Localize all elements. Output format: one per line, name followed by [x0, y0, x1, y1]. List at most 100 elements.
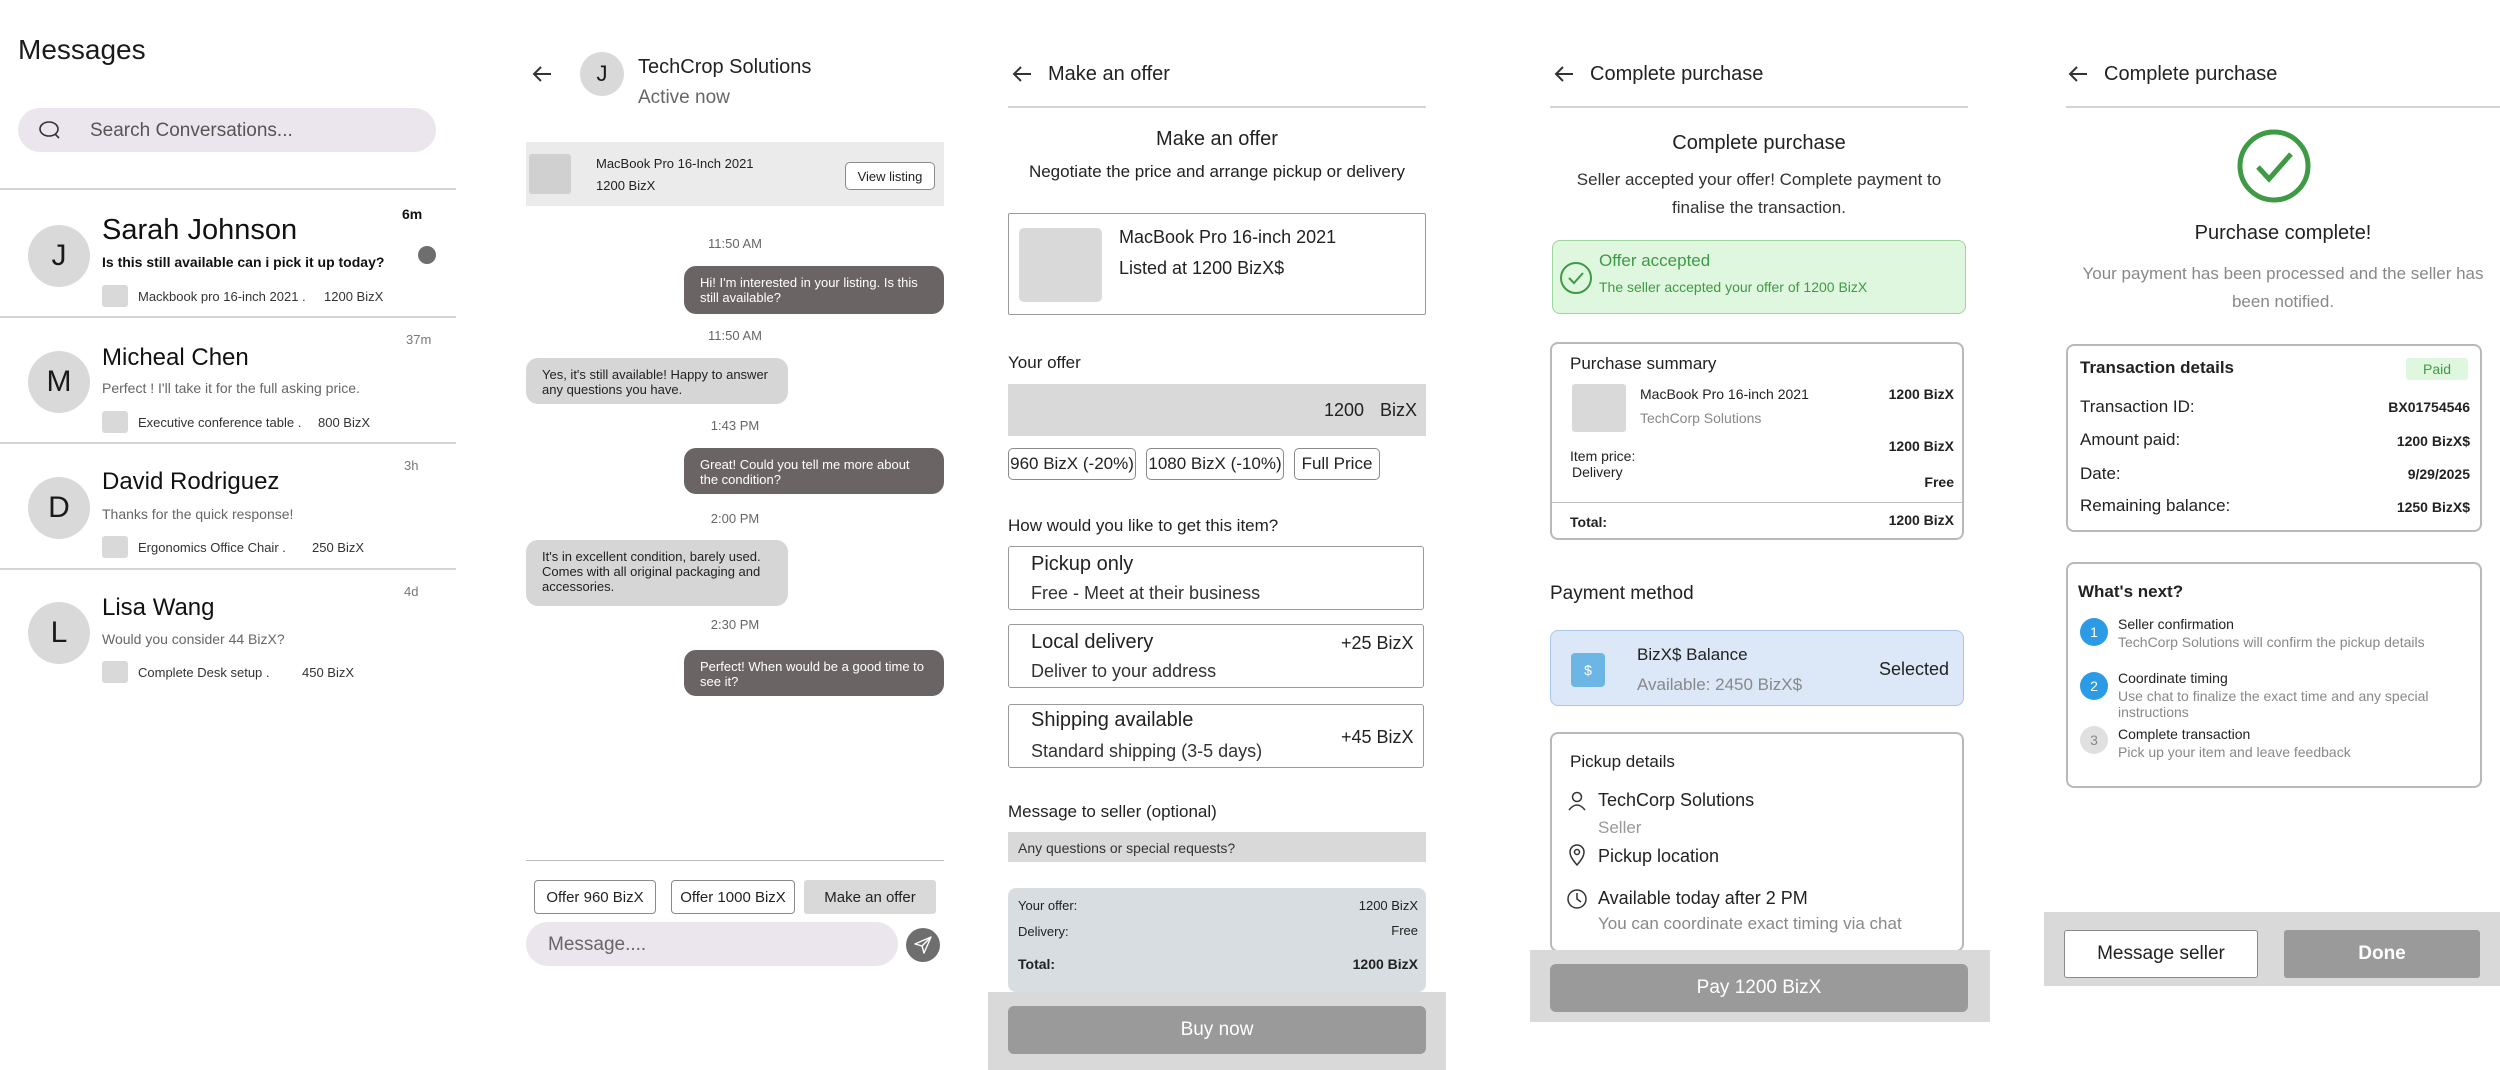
back-arrow-icon[interactable] [1010, 62, 1034, 86]
offer-1000-button[interactable]: Offer 1000 BizX [671, 880, 795, 914]
option-subtitle: Free - Meet at their business [1031, 583, 1261, 603]
step-subtitle: Use chat to finalize the exact time and … [2118, 688, 2429, 720]
accepted-title: Offer accepted [1599, 251, 1711, 270]
offer-chip-10[interactable]: 1080 BizX (-10%) [1146, 448, 1284, 480]
message-time: 37m [406, 332, 432, 347]
divider [1550, 106, 1968, 108]
wallet-icon: $ [1571, 653, 1605, 687]
detail-value: BX01754546 [2388, 399, 2470, 415]
transaction-details-card: Transaction details Paid Transaction ID:… [2066, 344, 2482, 532]
detail-label: Transaction ID: [2080, 397, 2195, 416]
message-time: 6m [402, 206, 423, 222]
paid-badge: Paid [2406, 358, 2468, 380]
message-bubble-outgoing: Great! Could you tell me more about the … [684, 448, 944, 494]
detail-value: 9/29/2025 [2407, 466, 2470, 482]
back-arrow-icon[interactable] [1552, 62, 1576, 86]
search-input[interactable]: Search Conversations... [18, 108, 436, 152]
total-value: 1200 BizX [1888, 512, 1954, 528]
step-number: 2 [2080, 672, 2108, 700]
product-card: MacBook Pro 16-inch 2021 Listed at 1200 … [1008, 213, 1426, 315]
done-button[interactable]: Done [2284, 930, 2480, 978]
search-icon [39, 121, 60, 139]
step-title: Coordinate timing [2118, 670, 2228, 686]
offer-accepted-banner: Offer accepted The seller accepted your … [1552, 240, 1966, 314]
messages-screen: Messages Search Conversations... J Sarah… [0, 0, 460, 1070]
conversation-item[interactable]: J Sarah Johnson 6m Is this still availab… [0, 190, 456, 316]
message-timestamp: 11:50 AM [708, 328, 762, 343]
contact-name: Micheal Chen [102, 344, 249, 371]
message-placeholder: Message.... [548, 934, 647, 955]
summary-offer-label: Your offer: [1018, 898, 1078, 913]
item-price-label: Item price: [1570, 448, 1636, 464]
message-preview: Perfect ! I'll take it for the full aski… [102, 380, 360, 396]
back-arrow-icon[interactable] [530, 62, 554, 86]
message-bubble-incoming: It's in excellent condition, barely used… [526, 540, 788, 606]
listing-thumbnail [529, 154, 571, 194]
message-input[interactable]: Message.... [526, 922, 898, 966]
contact-name: Lisa Wang [102, 594, 215, 621]
option-title: Pickup only [1031, 553, 1134, 575]
conversation-item[interactable]: L Lisa Wang 4d Would you consider 44 Biz… [0, 570, 456, 694]
offer-value: 1200 [1324, 400, 1365, 420]
avatar: M [28, 351, 90, 413]
availability-sub: You can coordinate exact timing via chat [1598, 914, 1902, 933]
delivery-value: Free [1924, 474, 1954, 490]
message-bubble-incoming: Yes, it's still available! Happy to answ… [526, 358, 788, 404]
message-placeholder: Any questions or special requests? [1018, 840, 1236, 856]
message-preview: Thanks for the quick response! [102, 506, 294, 522]
send-icon [914, 936, 932, 954]
total-label: Total: [1570, 514, 1608, 530]
offer-chip-full[interactable]: Full Price [1294, 448, 1380, 480]
contact-name: Sarah Johnson [102, 214, 298, 246]
chat-screen: J TechCrop Solutions Active now MacBook … [520, 0, 960, 1070]
detail-label: Date: [2080, 464, 2121, 483]
success-check-icon [2237, 129, 2311, 203]
message-seller-button[interactable]: Message seller [2064, 930, 2258, 978]
offer-currency: BizX [1380, 400, 1418, 420]
item-thumbnail [102, 411, 128, 433]
make-offer-button[interactable]: Make an offer [804, 880, 936, 914]
selected-label: Selected [1878, 659, 1949, 679]
view-listing-button[interactable]: View listing [845, 162, 935, 190]
pay-button[interactable]: Pay 1200 BizX [1550, 964, 1968, 1012]
conversation-item[interactable]: M Micheal Chen 37m Perfect ! I'll take i… [0, 318, 456, 442]
item-seller: TechCorp Solutions [1640, 410, 1762, 426]
accepted-subtitle: The seller accepted your offer of 1200 B… [1599, 279, 1868, 295]
option-subtitle: Standard shipping (3-5 days) [1031, 741, 1263, 761]
your-offer-label: Your offer [1008, 353, 1081, 372]
step-subtitle: TechCorp Solutions will confirm the pick… [2118, 634, 2425, 650]
step-number: 1 [2080, 618, 2108, 646]
delivery-option-pickup[interactable]: Pickup only Free - Meet at their busines… [1008, 546, 1424, 610]
bottom-bar: Message seller Done [2044, 912, 2500, 986]
summary-delivery-label: Delivery: [1018, 924, 1069, 939]
item-thumbnail [1572, 384, 1626, 432]
summary-divider [1552, 502, 1963, 503]
item-price: 1200 BizX [1888, 386, 1954, 402]
item-name: Ergonomics Office Chair . [138, 540, 286, 555]
step-subtitle: Pick up your item and leave feedback [2118, 744, 2351, 760]
item-price-value: 1200 BizX [1888, 438, 1954, 454]
detail-label: Remaining balance: [2080, 496, 2231, 515]
item-price: 450 BizX [302, 665, 355, 680]
avatar: D [28, 477, 90, 539]
screen-header: Complete purchase [2104, 63, 2278, 85]
seller-message-input[interactable]: Any questions or special requests? [1008, 832, 1426, 862]
delivery-option-shipping[interactable]: Shipping available Standard shipping (3-… [1008, 704, 1424, 768]
back-arrow-icon[interactable] [2066, 62, 2090, 86]
message-timestamp: 2:30 PM [710, 617, 760, 632]
conversation-item[interactable]: D David Rodriguez 3h Thanks for the quic… [0, 444, 456, 568]
step-title: Complete transaction [2118, 726, 2251, 742]
item-thumbnail [102, 285, 128, 307]
message-timestamp: 2:00 PM [710, 511, 760, 526]
offer-chip-20[interactable]: 960 BizX (-20%) [1008, 448, 1136, 480]
offer-input[interactable]: 1200 BizX [1008, 384, 1426, 436]
product-price: Listed at 1200 BizX$ [1119, 258, 1285, 278]
offer-960-button[interactable]: Offer 960 BizX [534, 880, 656, 914]
availability: Available today after 2 PM [1598, 888, 1808, 908]
listing-price: 1200 BizX [596, 178, 656, 193]
send-button[interactable] [906, 928, 940, 962]
delivery-option-local[interactable]: Local delivery Deliver to your address +… [1008, 624, 1424, 688]
offer-summary: Your offer: 1200 BizX Delivery: Free Tot… [1008, 888, 1426, 992]
buy-now-button[interactable]: Buy now [1008, 1006, 1426, 1054]
payment-option-balance[interactable]: $ BizX$ Balance Available: 2450 BizX$ Se… [1550, 630, 1964, 706]
